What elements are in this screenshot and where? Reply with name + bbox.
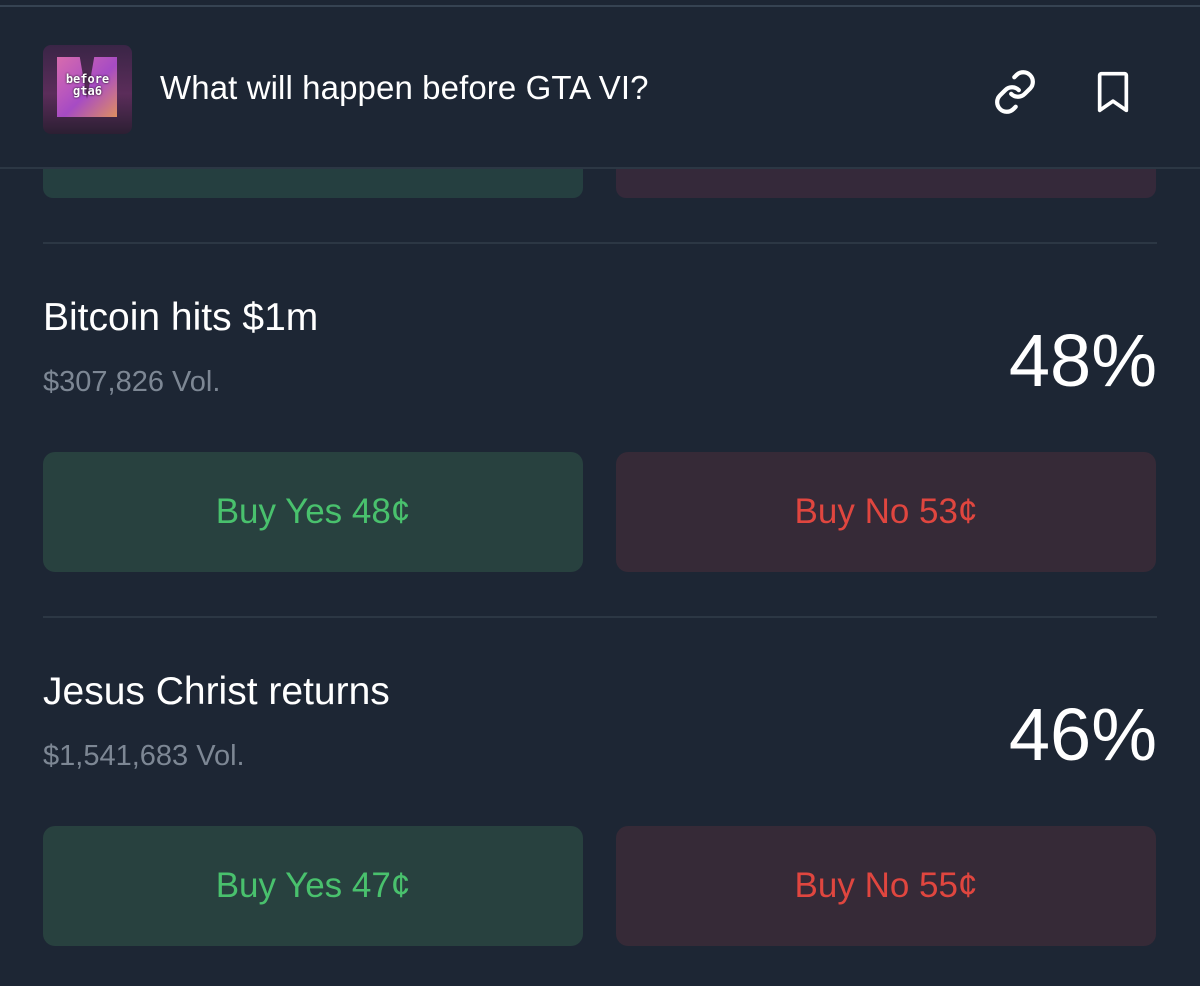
buy-no-button[interactable]: Buy No 55¢ (616, 826, 1156, 946)
page: before gta6 What will happen before GTA … (0, 0, 1200, 986)
market-row: Bitcoin hits $1m $307,826 Vol. 48% Buy Y… (43, 296, 1157, 586)
buy-yes-button[interactable]: Buy Yes 47¢ (43, 826, 583, 946)
market-volume: $1,541,683 Vol. (43, 740, 245, 772)
event-header: before gta6 What will happen before GTA … (0, 7, 1200, 169)
copy-link-button[interactable] (990, 67, 1040, 117)
market-probability: 48% (1008, 319, 1157, 402)
market-probability: 46% (1008, 693, 1157, 776)
buy-yes-button[interactable]: Buy Yes 48¢ (43, 452, 583, 572)
page-title: What will happen before GTA VI? (160, 69, 649, 106)
event-thumbnail[interactable]: before gta6 (43, 45, 132, 134)
market-divider (43, 242, 1157, 244)
link-icon (995, 70, 1035, 114)
market-title[interactable]: Jesus Christ returns (43, 670, 390, 714)
bookmark-icon (1097, 71, 1129, 113)
market-divider (43, 616, 1157, 618)
market-title[interactable]: Bitcoin hits $1m (43, 296, 318, 340)
market-volume: $307,826 Vol. (43, 366, 221, 398)
bookmark-button[interactable] (1088, 67, 1138, 117)
market-row: Jesus Christ returns $1,541,683 Vol. 46%… (43, 670, 1157, 960)
buy-no-button[interactable]: Buy No 53¢ (616, 452, 1156, 572)
thumbnail-logo-text: before gta6 (65, 72, 110, 98)
